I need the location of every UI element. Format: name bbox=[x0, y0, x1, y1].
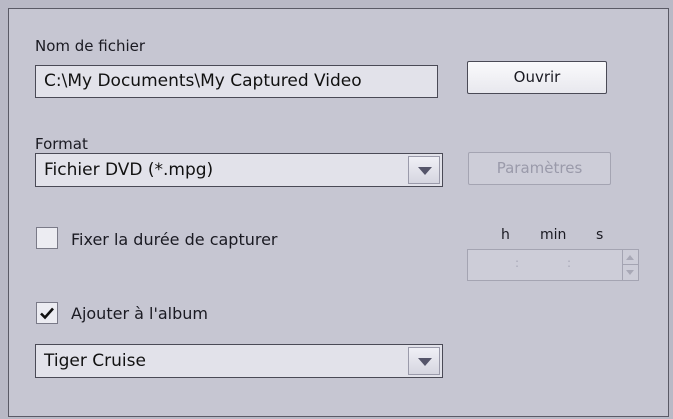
chevron-down-icon[interactable] bbox=[408, 347, 440, 375]
file-path-field[interactable]: C:\My Documents\My Captured Video bbox=[35, 65, 438, 98]
duration-checkbox[interactable] bbox=[36, 227, 58, 249]
file-name-label: Nom de fichier bbox=[35, 37, 146, 55]
album-checkbox-label: Ajouter à l'album bbox=[71, 304, 208, 323]
duration-checkbox-label: Fixer la durée de capturer bbox=[71, 230, 278, 249]
duration-time-input[interactable]: : : bbox=[467, 249, 639, 281]
format-label: Format bbox=[35, 135, 88, 153]
open-button[interactable]: Ouvrir bbox=[467, 61, 607, 94]
spin-arrows-icon[interactable] bbox=[622, 250, 638, 280]
chevron-down-icon[interactable] bbox=[408, 156, 440, 184]
time-separator: : bbox=[515, 256, 520, 270]
album-dropdown[interactable]: Tiger Cruise bbox=[35, 344, 443, 378]
format-selected-value: Fichier DVD (*.mpg) bbox=[44, 160, 214, 180]
settings-button[interactable]: Paramètres bbox=[468, 152, 611, 185]
capture-settings-panel: Nom de fichier C:\My Documents\My Captur… bbox=[8, 8, 669, 417]
format-dropdown[interactable]: Fichier DVD (*.mpg) bbox=[35, 153, 443, 187]
album-checkbox[interactable] bbox=[36, 302, 58, 324]
spin-divider bbox=[623, 264, 638, 265]
time-separator: : bbox=[567, 256, 572, 270]
hours-unit-label: h bbox=[501, 227, 510, 243]
seconds-unit-label: s bbox=[596, 227, 604, 243]
album-selected-value: Tiger Cruise bbox=[44, 351, 146, 371]
spin-up-icon[interactable] bbox=[626, 255, 634, 260]
minutes-unit-label: min bbox=[540, 227, 567, 243]
spin-down-icon[interactable] bbox=[626, 270, 634, 275]
checkmark-icon bbox=[40, 307, 54, 320]
